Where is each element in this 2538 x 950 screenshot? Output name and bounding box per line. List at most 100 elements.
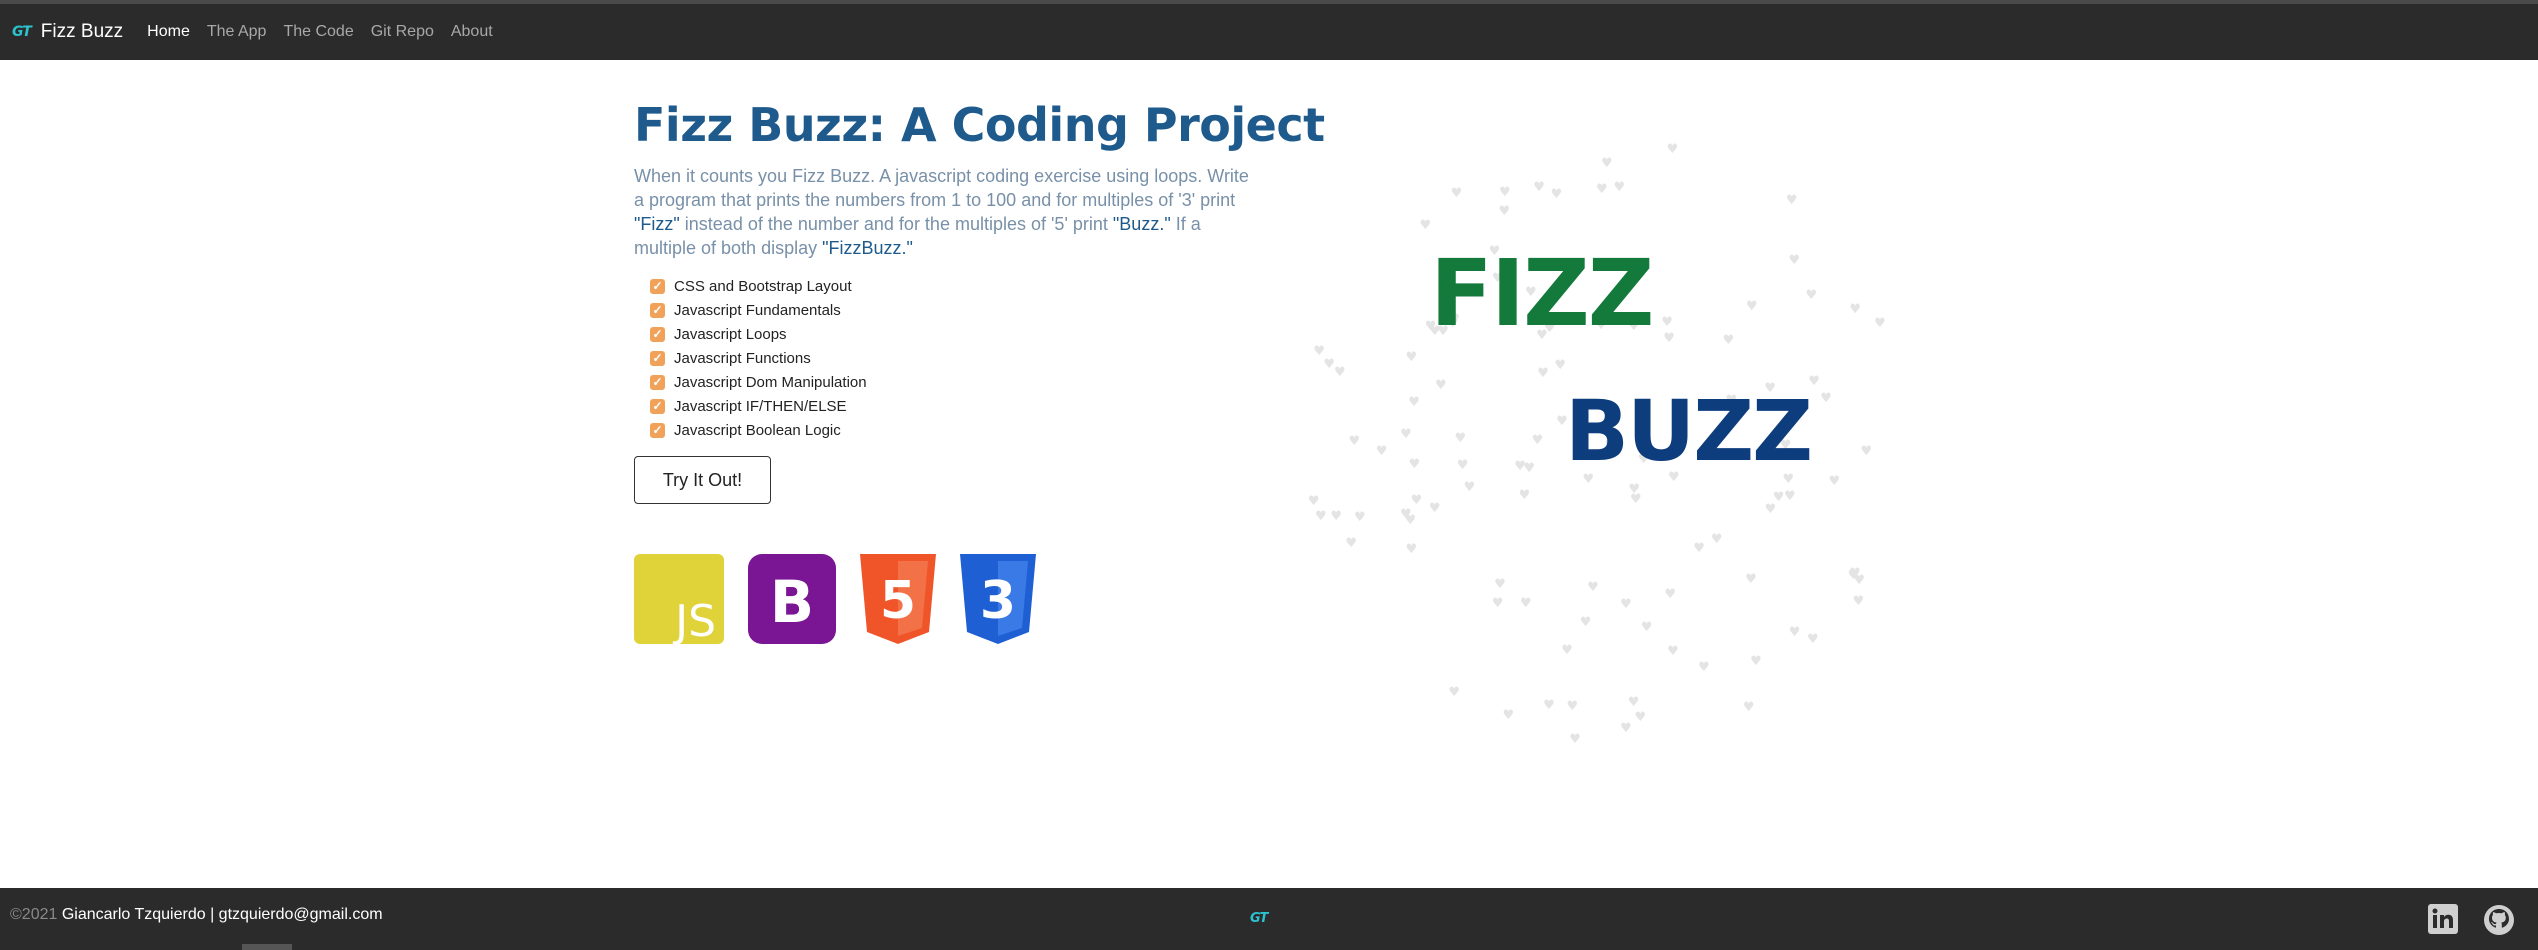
heart-dot-icon: ♥ — [1788, 625, 1801, 641]
nav-link-git-repo[interactable]: Git Repo — [371, 23, 434, 41]
try-it-out-button[interactable]: Try It Out! — [634, 456, 771, 504]
heart-dot-icon: ♥ — [1640, 619, 1653, 635]
heart-dot-icon: ♥ — [1554, 358, 1567, 374]
heart-dot-icon: ♥ — [1405, 349, 1418, 365]
hero-left: Fizz Buzz: A Coding Project When it coun… — [634, 98, 1325, 644]
heart-dot-icon: ♥ — [1550, 187, 1563, 203]
heart-dot-icon: ♥ — [1499, 185, 1511, 201]
heart-dot-icon: ♥ — [1620, 597, 1632, 613]
buzz-word: BUZZ — [1565, 382, 1813, 480]
scrollbar-thumb[interactable] — [242, 944, 292, 950]
heart-dot-icon: ♥ — [1307, 493, 1320, 509]
heart-dot-icon: ♥ — [1722, 333, 1735, 349]
heart-dot-icon: ♥ — [1502, 707, 1515, 723]
heart-dot-icon: ♥ — [1435, 378, 1447, 394]
heart-dot-icon: ♥ — [1860, 444, 1873, 460]
heart-dot-icon: ♥ — [1745, 572, 1757, 588]
heart-dot-icon: ♥ — [1596, 181, 1608, 197]
heart-dot-icon: ♥ — [1450, 185, 1463, 201]
heart-dot-icon: ♥ — [1742, 700, 1755, 716]
footer-logo-icon[interactable]: GT — [1250, 911, 1268, 926]
heart-dot-icon: ♥ — [1772, 490, 1785, 506]
heart-dot-icon: ♥ — [1523, 461, 1535, 477]
list-item: ✓ Javascript Loops — [650, 322, 1254, 346]
heart-dot-icon: ♥ — [1448, 684, 1461, 700]
desc-part-1: When it counts you Fizz Buzz. A javascri… — [634, 166, 1249, 210]
footer: ©2021 Giancarlo Tzquierdo | gtzquierdo@g… — [0, 888, 2538, 950]
checkbox-checked-icon: ✓ — [650, 278, 665, 294]
skill-label: Javascript Boolean Logic — [674, 421, 841, 439]
nav-link-about[interactable]: About — [451, 23, 493, 41]
page-title: Fizz Buzz: A Coding Project — [634, 98, 1325, 152]
heart-dot-icon: ♥ — [1463, 480, 1476, 496]
heart-dot-icon: ♥ — [1667, 644, 1679, 660]
nav-link-home[interactable]: Home — [147, 23, 190, 41]
heart-dot-icon: ♥ — [1494, 577, 1506, 593]
list-item: ✓ Javascript Functions — [650, 346, 1254, 370]
heart-dot-icon: ♥ — [1805, 288, 1818, 304]
desc-part-2: instead of the number and for the multip… — [679, 214, 1113, 234]
desc-fizzbuzz: "FizzBuzz." — [822, 238, 913, 258]
github-icon[interactable] — [2483, 904, 2515, 936]
linkedin-icon[interactable] — [2428, 904, 2458, 934]
heart-dot-icon: ♥ — [1569, 731, 1581, 747]
javascript-logo-icon: JS — [634, 554, 724, 644]
heart-dot-icon: ♥ — [1333, 364, 1346, 380]
heart-dot-icon: ♥ — [1852, 594, 1865, 610]
heart-dot-icon: ♥ — [1666, 141, 1679, 157]
nav-link-the-code[interactable]: The Code — [283, 23, 353, 41]
heart-dot-icon: ♥ — [1579, 614, 1592, 630]
heart-dot-icon: ♥ — [1405, 541, 1418, 557]
heart-dot-icon: ♥ — [1428, 500, 1441, 516]
desc-buzz: "Buzz." — [1112, 214, 1171, 234]
heart-dot-icon: ♥ — [1313, 343, 1326, 359]
nav-link-the-app[interactable]: The App — [207, 23, 267, 41]
heart-dot-icon: ♥ — [1601, 155, 1613, 171]
heart-dot-icon: ♥ — [1613, 179, 1626, 195]
heart-dot-icon: ♥ — [1543, 697, 1555, 713]
skill-label: Javascript Dom Manipulation — [674, 373, 867, 391]
heart-dot-icon: ♥ — [1788, 252, 1801, 268]
heart-dot-icon: ♥ — [1408, 394, 1420, 410]
heart-dot-icon: ♥ — [1375, 443, 1388, 459]
checkbox-checked-icon: ✓ — [650, 302, 665, 318]
heart-dot-icon: ♥ — [1661, 315, 1673, 331]
heart-dot-icon: ♥ — [1533, 180, 1545, 196]
skill-label: Javascript Fundamentals — [674, 301, 841, 319]
brand[interactable]: GT Fizz Buzz — [12, 21, 123, 43]
author-contact[interactable]: Giancarlo Tzquierdo | gtzquierdo@gmail.c… — [62, 906, 383, 923]
heart-dot-icon: ♥ — [1323, 356, 1336, 372]
fizz-word: FIZZ — [1430, 240, 1654, 347]
heart-dot-icon: ♥ — [1620, 720, 1632, 736]
heart-dot-icon: ♥ — [1404, 512, 1417, 528]
fizz-buzz-art: ♥ ♥ ♥ ♥ ♥ ♥ ♥ ♥ ♥ ♥ ♥ ♥ ♥ ♥ ♥ ♥ ♥ ♥ ♥ ♥ ♥ ♥ ♥ ♥ ♥ ♥ ♥ ♥ ♥ ♥ ♥ ♥ ♥ ♥ ♥ ♥ ♥ ♥ ♥ ♥… — [1290, 100, 1910, 780]
heart-dot-icon: ♥ — [1456, 457, 1469, 473]
list-item: ✓ Javascript Fundamentals — [650, 298, 1254, 322]
html5-logo-text: 5 — [880, 571, 916, 631]
checkbox-checked-icon: ✓ — [650, 350, 665, 366]
checkbox-checked-icon: ✓ — [650, 326, 665, 342]
bootstrap-logo-icon: B — [748, 554, 836, 644]
checkbox-checked-icon: ✓ — [650, 422, 665, 438]
bootstrap-logo-text: B — [770, 568, 814, 636]
heart-dot-icon: ♥ — [1828, 474, 1841, 490]
checkbox-checked-icon: ✓ — [650, 398, 665, 414]
heart-dot-icon: ♥ — [1664, 587, 1677, 603]
js-logo-text: JS — [672, 596, 716, 644]
heart-dot-icon: ♥ — [1345, 536, 1357, 552]
desc-fizz: "Fizz" — [634, 214, 680, 234]
skill-label: CSS and Bootstrap Layout — [674, 277, 852, 295]
skills-list: ✓ CSS and Bootstrap Layout ✓ Javascript Fu… — [650, 274, 1254, 442]
heart-dot-icon: ♥ — [1354, 510, 1366, 526]
heart-dot-icon: ♥ — [1784, 488, 1796, 504]
heart-dot-icon: ♥ — [1531, 432, 1544, 448]
heart-dot-icon: ♥ — [1537, 365, 1549, 381]
checkbox-checked-icon: ✓ — [650, 374, 665, 390]
list-item: ✓ CSS and Bootstrap Layout — [650, 274, 1254, 298]
heart-dot-icon: ♥ — [1419, 218, 1432, 234]
heart-dot-icon: ♥ — [1491, 596, 1504, 612]
heart-dot-icon: ♥ — [1745, 298, 1758, 314]
copyright: ©2021 — [10, 906, 58, 923]
heart-dot-icon: ♥ — [1587, 580, 1599, 596]
skill-label: Javascript Functions — [674, 349, 811, 367]
